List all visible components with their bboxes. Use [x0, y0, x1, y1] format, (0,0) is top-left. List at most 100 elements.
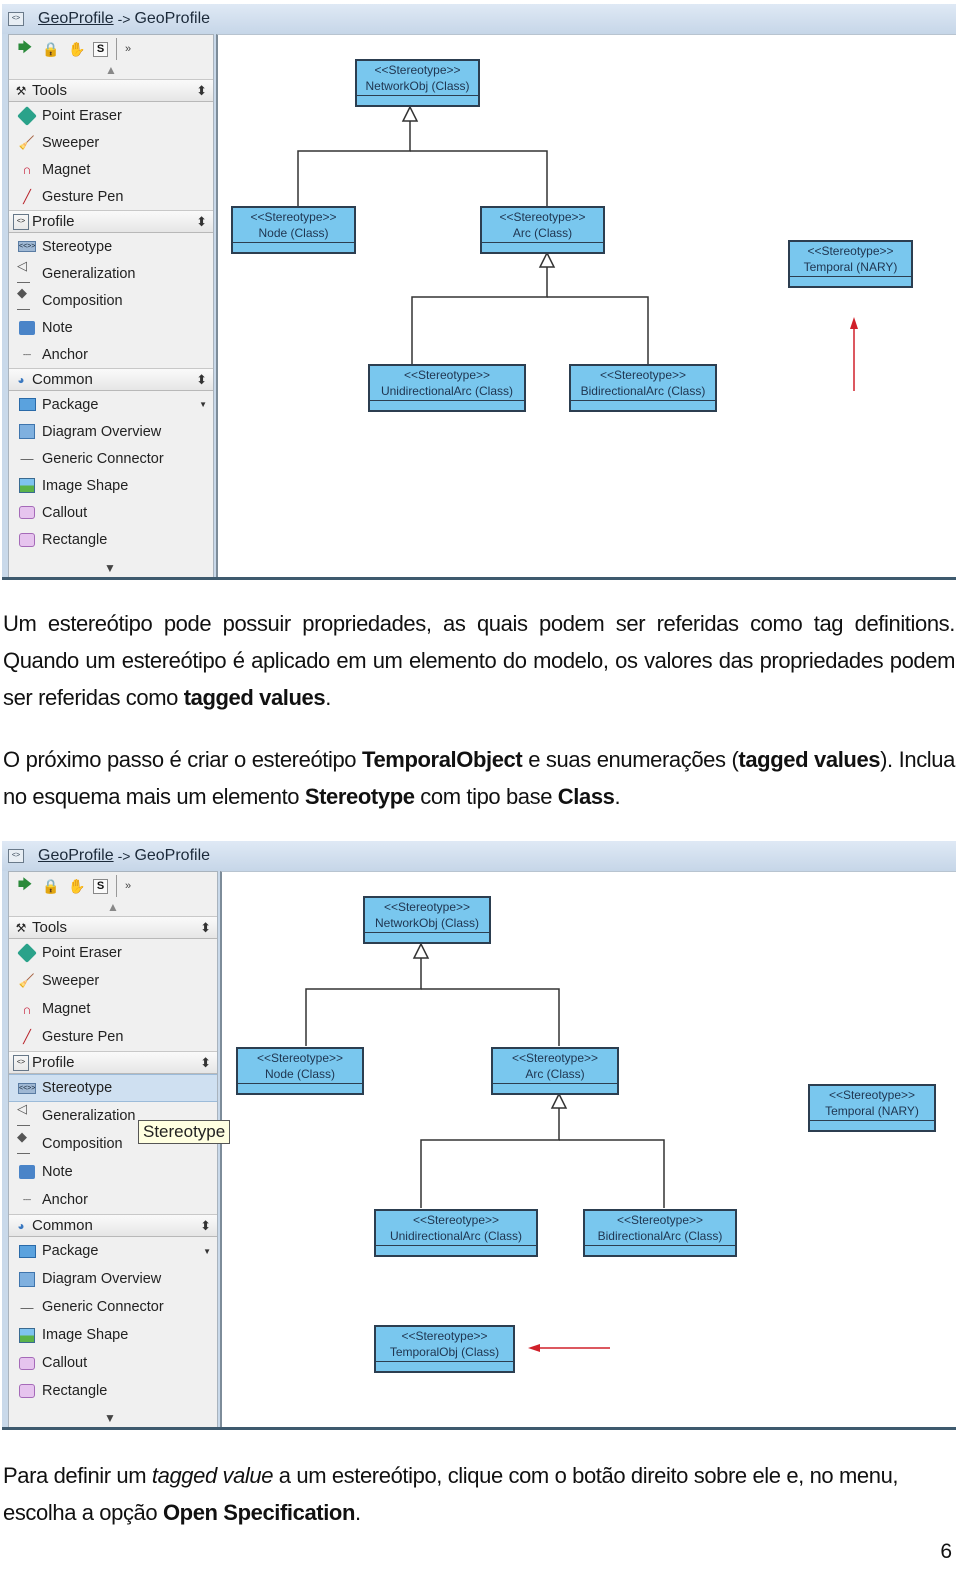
breadcrumb-separator: -> [117, 11, 131, 27]
palette-item-point-eraser[interactable]: Point Eraser [9, 102, 213, 129]
sticky-button[interactable]: S [93, 41, 108, 57]
group-tools-header[interactable]: ⚒ Tools ⬍ [9, 916, 217, 939]
move-handle-icon[interactable]: ⬍ [200, 920, 211, 936]
scroll-up-icon[interactable]: ▲ [9, 900, 217, 916]
diagram-icon: <> [8, 849, 24, 863]
palette-item-composition[interactable]: ◆— Composition [9, 285, 213, 316]
palette-item-generalization[interactable]: ◁— Generalization [9, 258, 213, 289]
generalization-arrow-icon: ◁— [17, 1100, 30, 1132]
generalization-line-unidirectional [411, 267, 548, 365]
lock-icon[interactable]: 🔒 [41, 876, 61, 896]
group-tools-header[interactable]: ⚒ Tools ⬍ [9, 79, 213, 102]
breadcrumb-link[interactable]: GeoProfile [38, 10, 114, 28]
palette-item-rectangle[interactable]: Rectangle [9, 526, 213, 553]
class-bidirectional-arc[interactable]: <<Stereotype>> BidirectionalArc (Class) [569, 364, 717, 412]
move-handle-icon[interactable]: ⬍ [196, 83, 207, 99]
attribute-compartment [790, 276, 911, 286]
palette-item-callout[interactable]: Callout [9, 499, 213, 526]
class-temporal[interactable]: <<Stereotype>> Temporal (NARY) [788, 240, 913, 288]
lock-icon[interactable]: 🔒 [41, 39, 61, 59]
dropdown-arrow-icon[interactable]: ▼ [203, 1247, 211, 1256]
palette-item-sweeper[interactable]: 🧹 Sweeper [9, 129, 213, 156]
generalization-line-arc [421, 988, 560, 1046]
attribute-compartment [482, 242, 603, 252]
class-arc[interactable]: <<Stereotype>> Arc (Class) [491, 1047, 619, 1095]
class-temporalobj[interactable]: <<Stereotype>> TemporalObj (Class) [374, 1325, 515, 1373]
class-unidirectional-arc[interactable]: <<Stereotype>> UnidirectionalArc (Class) [374, 1209, 538, 1257]
palette-item-note[interactable]: Note [9, 1158, 217, 1186]
diagram-canvas[interactable]: <<Stereotype>> NetworkObj (Class) <<Ster… [220, 871, 956, 1427]
palette-item-stereotype[interactable]: <<>> Stereotype [9, 233, 213, 260]
chevron-double-down-icon[interactable]: » [125, 43, 131, 55]
select-arrow-icon[interactable]: 🡆 [15, 39, 35, 59]
palette-item-stereotype[interactable]: <<>> Stereotype [9, 1074, 217, 1102]
move-handle-icon[interactable]: ⬍ [196, 214, 207, 230]
palette-item-point-eraser[interactable]: Point Eraser [9, 939, 217, 967]
item-label: Callout [42, 504, 88, 521]
palette-item-gesture-pen[interactable]: ╱ Gesture Pen [9, 1023, 217, 1051]
group-common-header[interactable]: ◕ Common ⬍ [9, 1214, 217, 1237]
dropdown-arrow-icon[interactable]: ▼ [199, 400, 207, 409]
move-handle-icon[interactable]: ⬍ [196, 372, 207, 388]
class-name: TemporalObj (Class) [389, 1345, 500, 1359]
palette-item-diagram-overview[interactable]: Diagram Overview [9, 1265, 217, 1293]
diagram-canvas[interactable]: <<Stereotype>> NetworkObj (Class) <<Ster… [216, 34, 956, 577]
item-label: Note [42, 1164, 73, 1180]
diagram-palette: 🡆 🔒 ✋ S » ▲ ⚒ Tools ⬍ Point Eraser 🧹 Sweep… [8, 871, 218, 1427]
group-profile-header[interactable]: <> Profile ⬍ [9, 210, 213, 233]
palette-item-magnet[interactable]: ∩ Magnet [9, 156, 213, 183]
stereotype-label: <<Stereotype>> [401, 1329, 488, 1343]
palette-item-anchor[interactable]: ┈ Anchor [9, 341, 213, 368]
class-bidirectional-arc[interactable]: <<Stereotype>> BidirectionalArc (Class) [583, 1209, 737, 1257]
group-common-header[interactable]: ◕ Common ⬍ [9, 368, 213, 391]
note-icon [19, 1165, 35, 1179]
item-label: Magnet [42, 161, 91, 178]
class-unidirectional-arc[interactable]: <<Stereotype>> UnidirectionalArc (Class) [368, 364, 526, 412]
palette-item-generic-connector[interactable]: — Generic Connector [9, 1293, 217, 1321]
chevron-double-down-icon[interactable]: » [125, 880, 131, 892]
sticky-button[interactable]: S [93, 878, 108, 894]
scroll-down-icon[interactable]: ▼ [104, 1411, 116, 1425]
class-networkobj[interactable]: <<Stereotype>> NetworkObj (Class) [355, 59, 480, 107]
palette-item-image-shape[interactable]: Image Shape [9, 472, 213, 499]
class-node[interactable]: <<Stereotype>> Node (Class) [231, 206, 356, 254]
palette-item-callout[interactable]: Callout [9, 1349, 217, 1377]
note-icon [19, 320, 35, 335]
palette-item-rectangle[interactable]: Rectangle [9, 1377, 217, 1405]
breadcrumb-link[interactable]: GeoProfile [38, 847, 114, 865]
group-profile-header[interactable]: <> Profile ⬍ [9, 1051, 217, 1074]
hand-icon[interactable]: ✋ [67, 876, 87, 896]
class-temporal[interactable]: <<Stereotype>> Temporal (NARY) [808, 1084, 936, 1132]
palette-item-diagram-overview[interactable]: Diagram Overview [9, 418, 213, 445]
item-label: Point Eraser [42, 945, 122, 961]
palette-item-anchor[interactable]: ┈ Anchor [9, 1186, 217, 1214]
move-handle-icon[interactable]: ⬍ [200, 1055, 211, 1071]
class-name: Arc (Class) [512, 226, 573, 240]
diagram-icon: <> [8, 12, 24, 26]
palette-item-sweeper[interactable]: 🧹 Sweeper [9, 967, 217, 995]
scroll-up-icon[interactable]: ▲ [9, 63, 213, 79]
class-networkobj[interactable]: <<Stereotype>> NetworkObj (Class) [363, 896, 491, 944]
stereotype-label: <<Stereotype>> [412, 1213, 500, 1227]
scroll-down-icon[interactable]: ▼ [104, 561, 116, 575]
move-handle-icon[interactable]: ⬍ [200, 1218, 211, 1234]
item-label: Gesture Pen [42, 188, 124, 205]
palette-item-image-shape[interactable]: Image Shape [9, 1321, 217, 1349]
palette-item-gesture-pen[interactable]: ╱ Gesture Pen [9, 183, 213, 210]
profile-icon: <> [13, 1054, 29, 1071]
palette-item-note[interactable]: Note [9, 314, 213, 341]
class-node[interactable]: <<Stereotype>> Node (Class) [236, 1047, 364, 1095]
palette-item-magnet[interactable]: ∩ Magnet [9, 995, 217, 1023]
palette-item-package[interactable]: Package ▼ [9, 1237, 217, 1265]
select-arrow-icon[interactable]: 🡆 [15, 876, 35, 896]
class-name: UnidirectionalArc (Class) [380, 384, 514, 398]
item-label: Generic Connector [42, 1299, 164, 1315]
window-title-bar: <> GeoProfile -> GeoProfile [2, 841, 956, 871]
item-label: Image Shape [42, 477, 129, 494]
palette-item-generic-connector[interactable]: — Generic Connector [9, 445, 213, 472]
item-label: Callout [42, 1355, 88, 1371]
class-arc[interactable]: <<Stereotype>> Arc (Class) [480, 206, 605, 254]
palette-item-package[interactable]: Package ▼ [9, 391, 213, 418]
paragraph-tag-definitions: Um estereótipo pode possuir propriedades… [3, 611, 955, 710]
hand-icon[interactable]: ✋ [67, 39, 87, 59]
